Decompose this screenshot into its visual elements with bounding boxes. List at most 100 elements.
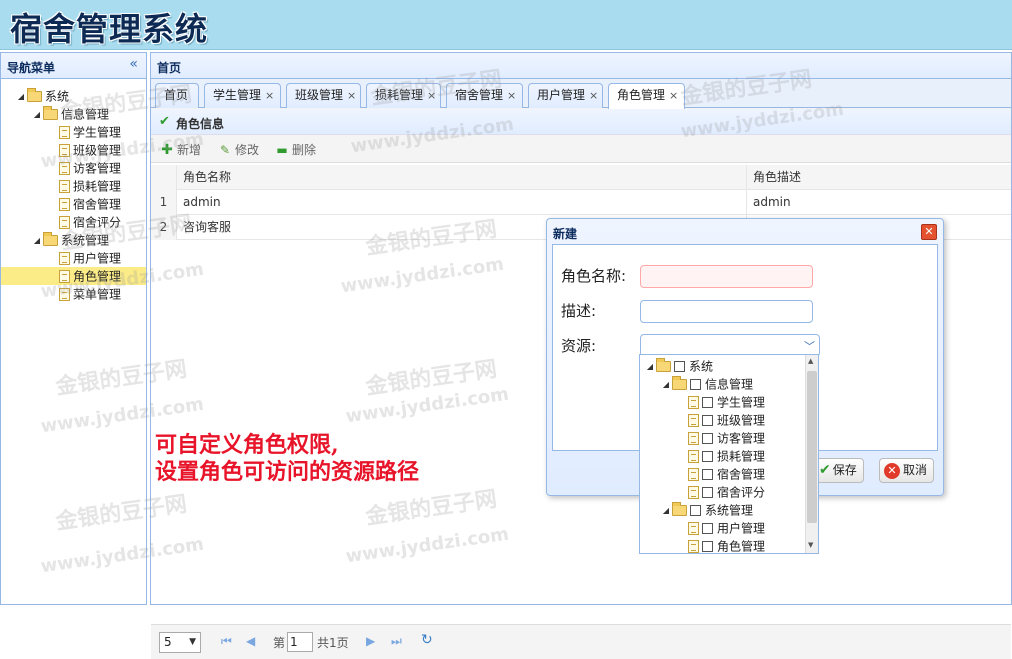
tree-node[interactable]: 角色管理 <box>1 267 146 285</box>
tree-label: 用户管理 <box>73 251 122 266</box>
refresh-icon[interactable]: ↻ <box>421 632 433 648</box>
tree-node[interactable]: ◢ 系统 <box>640 357 818 375</box>
tree-label: 访客管理 <box>73 161 122 176</box>
tab-label: 学生管理 <box>213 88 262 102</box>
tree-node[interactable]: 菜单管理 <box>1 285 146 303</box>
scrollbar[interactable]: ▲ ▼ <box>805 355 818 553</box>
tree-node[interactable]: ◢ 系统 <box>1 87 146 105</box>
file-icon <box>59 144 70 157</box>
nav-tree: ◢ 系统 ◢ 信息管理 学生管理 班级管理访客管理 损耗管理 宿舍管理 宿舍评分 ◢ 系统管理用户管… <box>1 79 146 303</box>
double-chevron-left-icon[interactable]: « <box>129 56 138 72</box>
tree-node[interactable]: 班级管理 <box>1 141 146 159</box>
tree-node[interactable]: 宿舍管理 <box>1 195 146 213</box>
tree-label: 系统管理 <box>705 503 754 518</box>
column-header-name[interactable]: 角色名称 <box>177 165 747 190</box>
tree-node[interactable]: 学生管理 <box>640 393 818 411</box>
desc-input[interactable] <box>640 300 813 323</box>
expand-triangle-icon[interactable]: ◢ <box>660 376 672 394</box>
dialog-title: 新建 <box>553 227 578 241</box>
tree-label: 角色管理 <box>717 539 766 554</box>
checkbox[interactable] <box>702 433 713 444</box>
tree-node[interactable]: 角色管理 <box>640 537 818 554</box>
close-icon[interactable]: × <box>427 89 436 102</box>
checkbox[interactable] <box>702 487 713 498</box>
tree-node[interactable]: 用户管理 <box>1 249 146 267</box>
row-index: 2 <box>151 215 177 240</box>
expand-triangle-icon[interactable]: ◢ <box>31 232 43 250</box>
first-page-icon[interactable]: ⏮ <box>221 634 232 649</box>
role-name-input[interactable] <box>640 265 813 288</box>
app-title: 宿舍管理系统 <box>10 10 209 48</box>
checkbox[interactable] <box>702 451 713 462</box>
prev-page-icon[interactable]: ◀ <box>246 634 255 648</box>
checkbox[interactable] <box>674 361 685 372</box>
close-icon[interactable]: × <box>347 89 356 102</box>
file-icon <box>59 216 70 229</box>
app-header: 宿舍管理系统 <box>0 0 1012 50</box>
tree-node[interactable]: ◢ 信息管理 <box>640 375 818 393</box>
next-page-icon[interactable]: ▶ <box>366 634 375 648</box>
close-icon[interactable]: × <box>265 89 274 102</box>
file-icon <box>688 450 699 463</box>
tab-item[interactable]: 损耗管理 × <box>366 83 441 108</box>
checkbox[interactable] <box>702 469 713 480</box>
expand-triangle-icon[interactable]: ◢ <box>15 88 27 106</box>
add-button[interactable]: ✚ 新增 <box>159 141 201 158</box>
checkbox[interactable] <box>702 541 713 552</box>
page-number-input[interactable]: 1 <box>287 632 313 652</box>
close-icon[interactable]: × <box>669 89 678 102</box>
expand-triangle-icon[interactable]: ◢ <box>644 358 656 376</box>
tree-node[interactable]: 损耗管理 <box>1 177 146 195</box>
tree-node[interactable]: 访客管理 <box>1 159 146 177</box>
file-icon <box>688 432 699 445</box>
tab-label: 用户管理 <box>537 88 586 102</box>
save-button[interactable]: ✔ 保存 <box>814 458 864 483</box>
cancel-button[interactable]: ✕ 取消 <box>879 458 935 483</box>
main-title: 首页 <box>157 61 182 75</box>
checkbox[interactable] <box>702 523 713 534</box>
tree-node[interactable]: ◢ 信息管理 <box>1 105 146 123</box>
checkbox[interactable] <box>702 415 713 426</box>
close-icon[interactable]: × <box>507 89 516 102</box>
tree-node[interactable]: 学生管理 <box>1 123 146 141</box>
chevron-down-icon[interactable]: ﹀ <box>804 338 815 354</box>
tree-node[interactable]: 损耗管理 <box>640 447 818 465</box>
cancel-icon: ✕ <box>884 463 900 479</box>
file-icon <box>688 486 699 499</box>
expand-triangle-icon[interactable]: ◢ <box>31 106 43 124</box>
scroll-thumb[interactable] <box>807 371 817 523</box>
checkbox[interactable] <box>690 379 701 390</box>
page-size-select[interactable]: 5 ▼ <box>159 632 201 653</box>
tab-item[interactable]: 用户管理 × <box>528 83 603 108</box>
checkbox[interactable] <box>690 505 701 516</box>
tree-node[interactable]: 访客管理 <box>640 429 818 447</box>
scroll-up-icon[interactable]: ▲ <box>808 357 813 365</box>
tree-node[interactable]: ◢ 系统管理 <box>1 231 146 249</box>
expand-triangle-icon[interactable]: ◢ <box>660 502 672 520</box>
tab-item[interactable]: 角色管理 × <box>608 83 685 109</box>
column-header-desc[interactable]: 角色描述 <box>747 165 1011 190</box>
tab-item[interactable]: 学生管理 × <box>204 83 281 108</box>
tab-item[interactable]: 宿舍管理 × <box>446 83 523 108</box>
close-icon[interactable]: × <box>589 89 598 102</box>
tree-node[interactable]: 宿舍管理 <box>640 465 818 483</box>
annotation-text: 可自定义角色权限, 设置角色可访问的资源路径 <box>155 432 419 486</box>
grid-toolbar: ✚ 新增 ✎ 修改 ▬ 删除 <box>151 135 1011 163</box>
tree-node[interactable]: ◢ 系统管理 <box>640 501 818 519</box>
tab-home[interactable]: 首页 <box>155 83 199 108</box>
tree-label: 宿舍管理 <box>717 467 766 482</box>
tree-node[interactable]: 用户管理 <box>640 519 818 537</box>
tree-node[interactable]: 宿舍评分 <box>640 483 818 501</box>
last-page-icon[interactable]: ⏭ <box>391 634 402 649</box>
minus-icon: ▬ <box>276 143 288 157</box>
tree-node[interactable]: 班级管理 <box>640 411 818 429</box>
tree-node[interactable]: 宿舍评分 <box>1 213 146 231</box>
scroll-down-icon[interactable]: ▼ <box>808 541 813 549</box>
close-icon[interactable]: ✕ <box>921 224 937 240</box>
checkbox[interactable] <box>702 397 713 408</box>
delete-button[interactable]: ▬ 删除 <box>274 141 316 158</box>
edit-button[interactable]: ✎ 修改 <box>217 141 259 158</box>
table-row[interactable]: 1 admin admin <box>151 190 1011 215</box>
tab-item[interactable]: 班级管理 × <box>286 83 361 108</box>
tab-label: 首页 <box>164 88 189 102</box>
